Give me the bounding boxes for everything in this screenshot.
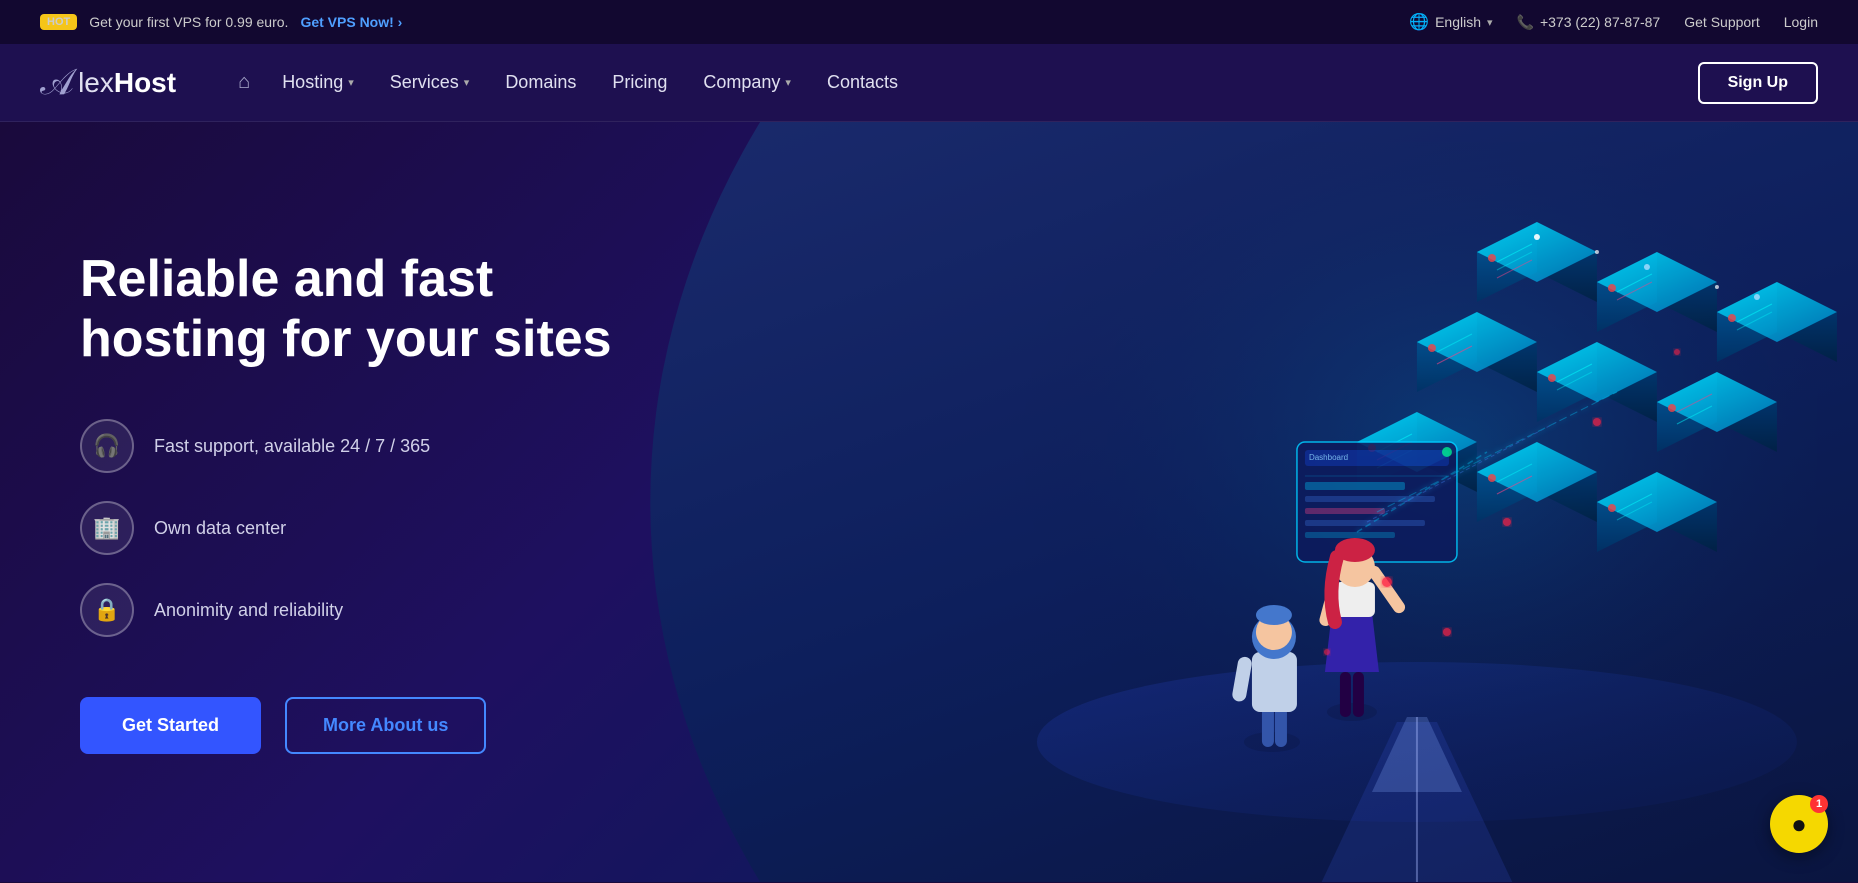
company-label: Company [703, 72, 780, 93]
hero-feature-datacenter: 🏢 Own data center [80, 501, 612, 555]
services-chevron-icon: ▾ [464, 76, 470, 89]
domains-label: Domains [505, 72, 576, 93]
nav-contacts[interactable]: Contacts [811, 64, 914, 101]
contacts-label: Contacts [827, 72, 898, 93]
phone-icon: 📞 [1517, 14, 1534, 31]
nav-hosting[interactable]: Hosting ▾ [266, 64, 370, 101]
nav-pricing[interactable]: Pricing [596, 64, 683, 101]
phone-section: 📞 +373 (22) 87-87-87 [1517, 14, 1661, 31]
feature-security-text: Anonimity and reliability [154, 600, 343, 621]
lock-icon: 🔒 [93, 597, 120, 623]
get-started-button[interactable]: Get Started [80, 697, 261, 754]
svg-text:Dashboard: Dashboard [1309, 453, 1348, 462]
header: 𝒜 lexHost ⌂ Hosting ▾ Services ▾ Domains… [0, 44, 1858, 122]
hero-features: 🎧 Fast support, available 24 / 7 / 365 🏢… [80, 419, 612, 637]
hero-content: Reliable and fast hosting for your sites… [0, 190, 692, 815]
get-vps-link[interactable]: Get VPS Now! › [300, 14, 402, 30]
get-support-link[interactable]: Get Support [1684, 14, 1760, 30]
nav-domains[interactable]: Domains [489, 64, 592, 101]
hero-section: Dashboard [0, 122, 1858, 882]
hero-title-line1: Reliable and fast [80, 250, 493, 308]
nav-company[interactable]: Company ▾ [687, 64, 807, 101]
company-chevron-icon: ▾ [785, 76, 791, 89]
support-icon-circle: 🎧 [80, 419, 134, 473]
language-selector[interactable]: 🌐 English ▾ [1409, 12, 1492, 32]
logo-icon: 𝒜 [40, 61, 74, 104]
hero-feature-security: 🔒 Anonimity and reliability [80, 583, 612, 637]
services-label: Services [390, 72, 459, 93]
promo-text: Get your first VPS for 0.99 euro. [89, 14, 288, 30]
hot-badge: HOT [40, 14, 77, 30]
hero-title-line2: hosting for your sites [80, 310, 612, 368]
nav-services[interactable]: Services ▾ [374, 64, 486, 101]
login-link[interactable]: Login [1784, 14, 1818, 30]
hero-buttons: Get Started More About us [80, 697, 612, 754]
datacenter-icon-circle: 🏢 [80, 501, 134, 555]
topbar: HOT Get your first VPS for 0.99 euro. Ge… [0, 0, 1858, 44]
datacenter-icon: 🏢 [93, 515, 120, 541]
more-about-button[interactable]: More About us [285, 697, 486, 754]
topbar-promo: HOT Get your first VPS for 0.99 euro. Ge… [40, 14, 402, 30]
support-icon: 🎧 [93, 433, 120, 459]
globe-icon: 🌐 [1409, 12, 1429, 32]
chat-widget[interactable]: ● 1 [1770, 795, 1828, 853]
topbar-right: 🌐 English ▾ 📞 +373 (22) 87-87-87 Get Sup… [1409, 12, 1818, 32]
hero-title: Reliable and fast hosting for your sites [80, 250, 612, 370]
pricing-label: Pricing [612, 72, 667, 93]
main-nav: ⌂ Hosting ▾ Services ▾ Domains Pricing C… [226, 62, 1818, 104]
nav-home-icon[interactable]: ⌂ [226, 63, 262, 102]
phone-number: +373 (22) 87-87-87 [1540, 14, 1660, 30]
hero-illustration: Dashboard [836, 122, 1858, 882]
security-icon-circle: 🔒 [80, 583, 134, 637]
language-label: English [1435, 14, 1481, 30]
feature-support-text: Fast support, available 24 / 7 / 365 [154, 436, 430, 457]
logo[interactable]: 𝒜 lexHost [40, 61, 176, 104]
lang-chevron-icon: ▾ [1487, 16, 1493, 29]
signup-button[interactable]: Sign Up [1698, 62, 1818, 104]
hero-feature-support: 🎧 Fast support, available 24 / 7 / 365 [80, 419, 612, 473]
hosting-label: Hosting [282, 72, 343, 93]
chat-icon: ● [1791, 809, 1807, 840]
hosting-chevron-icon: ▾ [348, 76, 354, 89]
feature-datacenter-text: Own data center [154, 518, 286, 539]
chat-notification-badge: 1 [1810, 795, 1828, 813]
logo-text: lexHost [78, 67, 176, 99]
